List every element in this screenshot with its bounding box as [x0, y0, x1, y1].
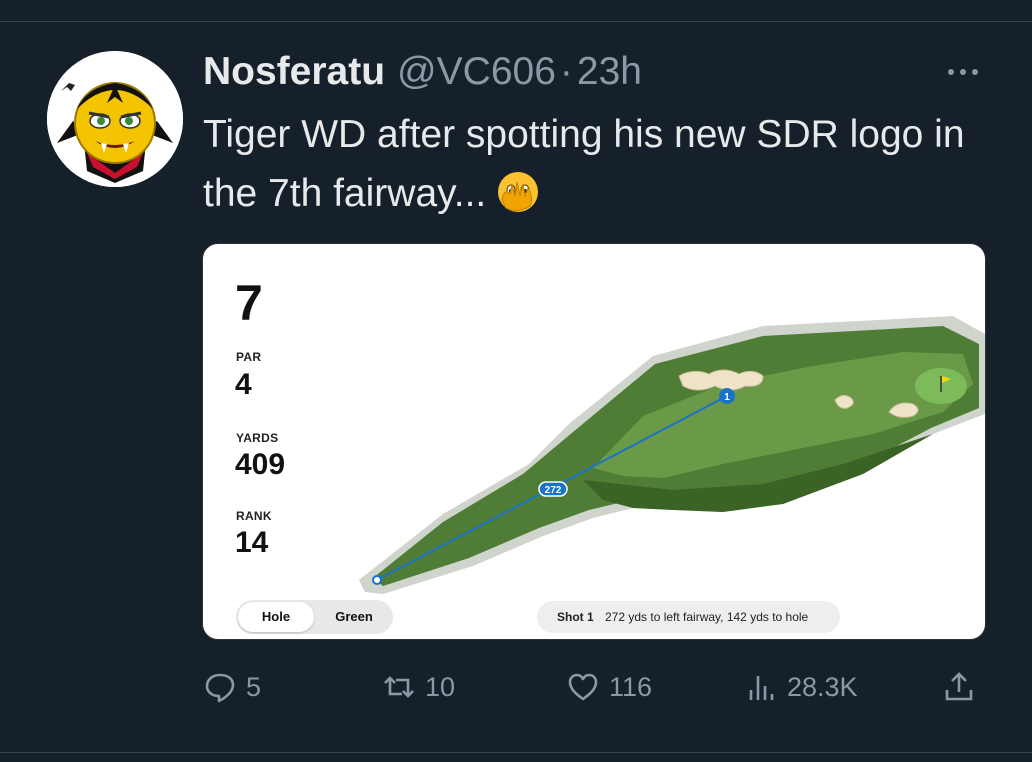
rank-value: 14 [235, 526, 269, 559]
like-count: 116 [609, 671, 653, 702]
retweet-icon [384, 676, 414, 698]
like-button[interactable]: 116 [566, 665, 652, 709]
rank-label: RANK [236, 509, 272, 523]
toggle-hole-button[interactable]: Hole [238, 602, 314, 632]
views-button[interactable]: 28.3K [744, 665, 858, 709]
hole-map: 1 272 [359, 316, 985, 594]
shot-distance-tag: 272 [545, 485, 562, 496]
display-name[interactable]: Nosferatu [203, 50, 385, 94]
view-toggle: Hole Green [236, 600, 393, 634]
shot-number-marker: 1 [724, 392, 730, 403]
reply-count: 5 [246, 671, 262, 702]
view-count: 28.3K [787, 671, 858, 702]
heart-icon [568, 673, 598, 701]
share-button[interactable] [942, 665, 976, 709]
yards-value: 409 [235, 448, 286, 481]
bottom-divider [0, 752, 1032, 753]
user-handle[interactable]: @VC606 [397, 50, 556, 94]
avatar[interactable] [47, 51, 183, 187]
timestamp[interactable]: 23h [577, 50, 642, 94]
tweet-header: Nosferatu @VC606 · 23h [203, 50, 642, 96]
vampire-emoji-avatar [47, 51, 183, 187]
top-divider [0, 21, 1032, 22]
more-options-icon[interactable] [943, 62, 983, 82]
shot-title: Shot 1 [557, 610, 594, 624]
reply-icon [205, 673, 235, 703]
tweet-text: Tiger WD after spotting his new SDR logo… [203, 105, 983, 223]
par-value: 4 [235, 368, 252, 401]
toggle-green-button[interactable]: Green [316, 602, 392, 632]
hole-card[interactable]: 7 PAR 4 YARDS 409 RANK 14 1 272 Hole Gre… [202, 243, 986, 640]
retweet-count: 10 [425, 671, 456, 702]
yards-label: YARDS [236, 431, 279, 445]
reply-button[interactable]: 5 [203, 665, 261, 709]
views-chart-icon [749, 676, 774, 700]
separator-dot: · [559, 50, 573, 93]
tweet-actions: 5 10 116 28.3K [0, 665, 1032, 709]
shot-description: 272 yds to left fairway, 142 yds to hole [605, 610, 809, 624]
shot-info-pill: Shot 1 272 yds to left fairway, 142 yds … [537, 601, 840, 633]
hand-over-mouth-emoji-icon [498, 171, 539, 212]
hole-number: 7 [235, 275, 263, 331]
share-icon [945, 672, 973, 701]
tweet-body: Tiger WD after spotting his new SDR logo… [203, 113, 965, 215]
par-label: PAR [236, 350, 262, 364]
retweet-button[interactable]: 10 [382, 665, 455, 709]
